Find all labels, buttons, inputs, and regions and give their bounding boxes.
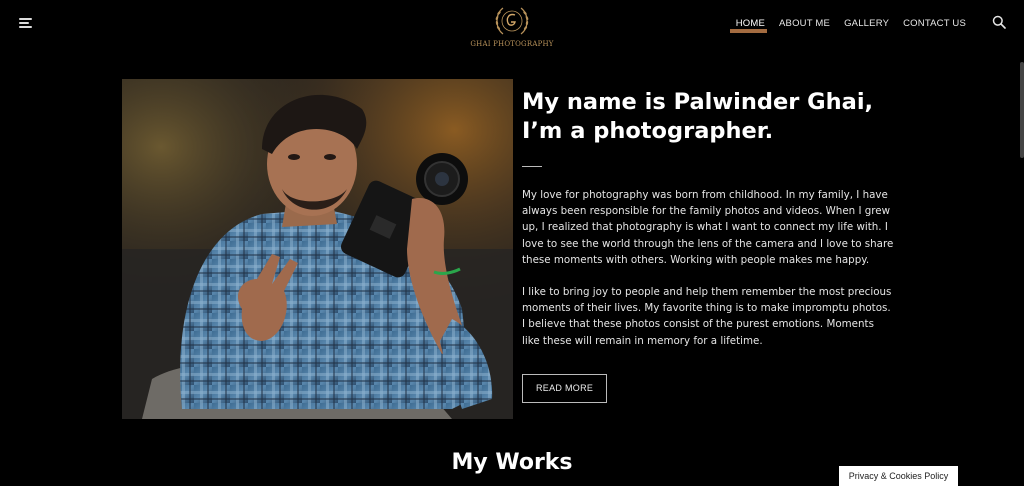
hero-title: My name is Palwinder Ghai, I’m a photogr… [522,88,902,146]
hero-title-line1: My name is Palwinder Ghai, [522,89,874,115]
about-paragraph-2: I like to bring joy to people and help t… [522,286,892,347]
hamburger-menu-icon[interactable] [19,18,32,28]
privacy-cookies-button[interactable]: Privacy & Cookies Policy [839,466,958,486]
about-paragraph-1: My love for photography was born from ch… [522,189,894,266]
nav-contact-us[interactable]: CONTACT US [903,18,966,29]
site-logo[interactable]: GHAI PHOTOGRAPHY [466,4,558,50]
laurel-logo-icon [495,7,529,35]
logo-text: GHAI PHOTOGRAPHY [470,40,554,48]
photographer-portrait-image [122,79,513,419]
read-more-button[interactable]: READ MORE [522,373,608,403]
page: GHAI PHOTOGRAPHY HOME ABOUT ME GALLERY C… [0,0,1024,486]
nav-home[interactable]: HOME [729,18,768,33]
title-divider [522,166,542,167]
nav-about-me[interactable]: ABOUT ME [779,18,830,29]
hero-title-line2: I’m a photographer. [522,118,774,144]
about-section: My name is Palwinder Ghai, I’m a photogr… [522,88,902,403]
scrollbar-thumb[interactable] [1020,62,1024,158]
nav-gallery[interactable]: GALLERY [844,18,889,29]
main-nav: HOME ABOUT ME GALLERY CONTACT US [729,18,966,33]
search-icon[interactable] [992,15,1006,29]
